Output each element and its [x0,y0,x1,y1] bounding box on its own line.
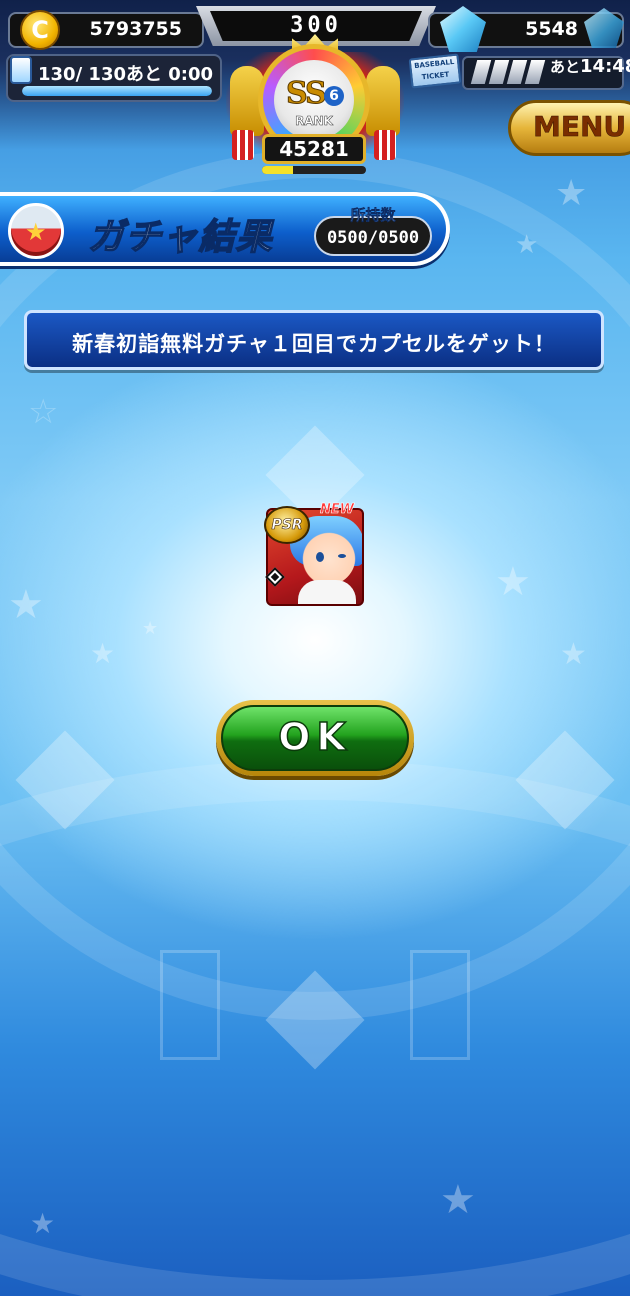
ticket-timer-value: 14:48 [580,56,630,77]
firework-left-icon [232,130,254,160]
owned-count-label: 所持数 [350,206,396,224]
menu-button[interactable]: MENU [508,100,630,156]
result-message: 新春初詣無料ガチャ１回目でカプセルをゲット！ [72,332,556,356]
rank-grade: SS [286,76,328,112]
rank-label: RANK [295,114,333,129]
coin-icon: C [20,10,60,50]
character-eye [316,552,324,562]
rarity-badge: PSR [264,506,310,544]
coin-value: 5793755 [89,18,182,40]
page-title: ガチャ結果 [87,216,273,259]
ticket-timer: あと14:48 [550,56,630,77]
stamina-bar-fill [22,86,212,96]
character-uniform [298,580,356,604]
rank-sub-level: 6 [324,86,344,106]
rank-progress-fill [262,166,294,174]
character-eye [338,554,346,558]
capsule-icon [8,203,64,259]
stamina-text: 130/ 130あと 0:00 [38,64,214,85]
ok-button-label: OK [221,705,409,771]
firework-right-icon [374,130,396,160]
rank-progress-bar [262,166,366,174]
new-badge: NEW [320,502,355,518]
owned-count-value: 0500/0500 [326,228,420,248]
baseball-ticket-icon: BASEBALL TICKET [408,53,462,89]
gem-value: 5548 [525,18,578,40]
stamina-icon [10,56,32,84]
center-counter-value: 300 [290,13,342,38]
ok-button[interactable]: OK [216,700,414,776]
stamina-bar [22,86,212,96]
ticket-timer-prefix: あと [550,58,581,76]
mascot-right-icon [366,66,400,136]
rank-value: 45281 [279,137,349,161]
